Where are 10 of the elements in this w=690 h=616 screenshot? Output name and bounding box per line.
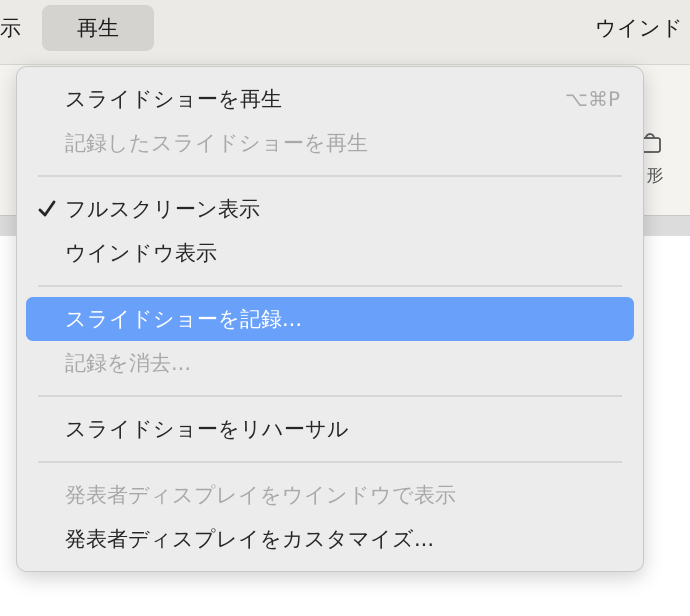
toolbar-label: 形 <box>646 166 664 186</box>
shortcut: ⌥⌘P <box>564 87 621 111</box>
menu-item[interactable]: 発表者ディスプレイをカスタマイズ... <box>26 517 634 561</box>
menu-bar-item[interactable]: ウインド <box>595 5 690 51</box>
menu-item[interactable]: スライドショーを再生 ⌥⌘P <box>26 77 634 121</box>
menu-item[interactable]: スライドショーをリハーサル <box>26 407 634 451</box>
menu-bar-item[interactable]: 再生 <box>42 5 154 51</box>
menu-item[interactable]: フルスクリーン表示 <box>26 187 634 231</box>
menu-item[interactable]: ウインドウ表示 <box>26 231 634 275</box>
menu-bar-item[interactable]: 示 <box>0 5 42 51</box>
